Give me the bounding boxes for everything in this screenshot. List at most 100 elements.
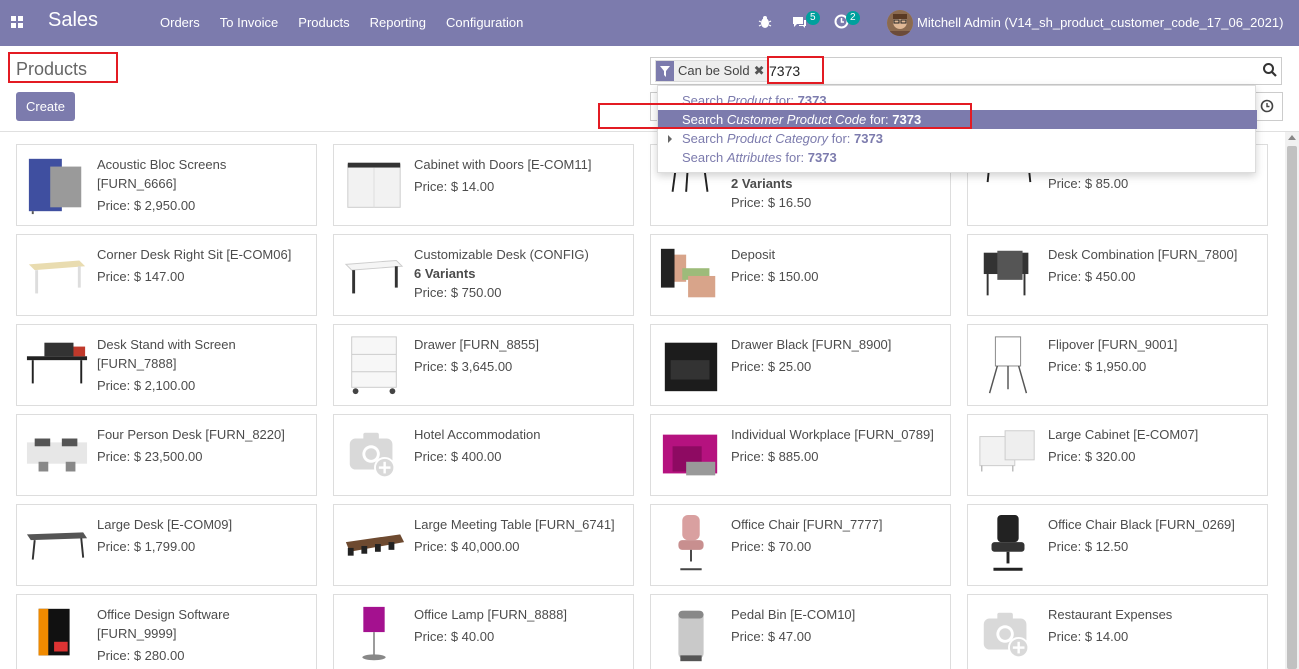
product-card[interactable]: Customizable Desk (CONFIG) 6 Variants Pric… [333,234,634,316]
product-info: Drawer Black [FURN_8900] Price: $ 25.00 [731,335,943,376]
scroll-thumb[interactable] [1287,146,1297,669]
product-name: Customizable Desk (CONFIG) [414,247,589,262]
option-value: 7373 [797,93,827,108]
product-image-chair-black [991,514,1025,571]
search-input[interactable] [769,61,929,81]
product-card[interactable]: Cabinet with Doors [E-COM11] Price: $ 14.… [333,144,634,226]
product-card[interactable]: Flipover [FURN_9001] Price: $ 1,950.00 [967,324,1268,406]
product-info: Four Person Desk [FURN_8220] Price: $ 23,… [97,425,309,466]
facet-label: Can be Sold [678,63,750,78]
search-icon[interactable] [1262,62,1278,78]
search-option-product[interactable]: Search Product for: 7373 [658,91,1257,110]
product-image-cabinet-white [347,162,401,208]
scrollbar[interactable] [1285,132,1299,669]
menu-products[interactable]: Products [288,0,359,46]
product-price: Price: $ 320.00 [1048,449,1136,464]
product-price: Price: $ 1,799.00 [97,539,196,554]
product-card[interactable]: Individual Workplace [FURN_0789] Price: $… [650,414,951,496]
product-card[interactable]: Drawer [FURN_8855] Price: $ 3,645.00 [333,324,634,406]
product-image-lamp-purple [362,606,386,661]
product-price: Price: $ 12.50 [1048,539,1129,554]
product-price: Price: $ 885.00 [731,449,819,464]
product-price: Price: $ 16.50 [731,195,812,210]
product-card[interactable]: Large Cabinet [E-COM07] Price: $ 320.00 [967,414,1268,496]
product-image-desk-white [344,259,404,294]
user-avatar[interactable] [887,10,913,36]
product-card[interactable]: Large Meeting Table [FURN_6741] Price: $ … [333,504,634,586]
option-prefix: Search [682,131,727,146]
product-card[interactable]: Desk Stand with Screen [FURN_7888] Price:… [16,324,317,406]
product-info: Desk Stand with Screen [FURN_7888] Price:… [97,335,309,395]
create-button[interactable]: Create [16,92,75,121]
product-info: Office Chair [FURN_7777] Price: $ 70.00 [731,515,943,556]
apps-menu-icon[interactable] [11,16,23,28]
product-card[interactable]: Office Chair Black [FURN_0269] Price: $ 1… [967,504,1268,586]
product-info: Office Design Software [FURN_9999] Price:… [97,605,309,665]
product-variants: 2 Variants [731,176,793,191]
debug-bug-icon[interactable] [758,15,772,29]
search-option-attributes[interactable]: Search Attributes for: 7373 [658,148,1257,167]
user-menu[interactable]: Mitchell Admin (V14_sh_product_customer_… [917,15,1283,30]
breadcrumb-title: Products [16,59,88,79]
product-name: Flipover [FURN_9001] [1048,337,1178,352]
product-price: Price: $ 70.00 [731,539,812,554]
product-card[interactable]: Restaurant Expenses Price: $ 14.00 [967,594,1268,669]
product-name: Office Design Software [FURN_9999] [97,607,230,641]
product-image-workplace-magenta [662,434,718,476]
product-name: Restaurant Expenses [1048,607,1173,622]
expand-caret-icon[interactable] [668,135,672,143]
product-price: Price: $ 450.00 [1048,269,1136,284]
product-price: Price: $ 14.00 [414,179,495,194]
scroll-up-arrow[interactable] [1288,135,1296,140]
menu-orders[interactable]: Orders [150,0,210,46]
product-info: Office Lamp [FURN_8888] Price: $ 40.00 [414,605,626,646]
product-card[interactable]: Four Person Desk [FURN_8220] Price: $ 23,… [16,414,317,496]
search-autocomplete-dropdown: Search Product for: 7373 Search Customer… [657,85,1257,173]
product-name: Hotel Accommodation [414,427,541,442]
activity-count-badge: 2 [846,11,860,25]
product-info: Individual Workplace [FURN_0789] Price: $… [731,425,943,466]
product-image-chair-pink [678,514,704,571]
product-price: Price: $ 40,000.00 [414,539,520,554]
product-name: Large Desk [E-COM09] [97,517,233,532]
product-name: Drawer Black [FURN_8900] [731,337,892,352]
product-card[interactable]: Office Design Software [FURN_9999] Price:… [16,594,317,669]
product-image-money-hands [660,248,716,298]
product-name: Deposit [731,247,776,262]
product-price: Price: $ 23,500.00 [97,449,203,464]
facet-remove-icon[interactable]: ✖ [754,61,769,81]
option-field: Product [726,93,772,108]
search-option-customer-product-code[interactable]: Search Customer Product Code for: 7373 [658,110,1257,129]
product-card[interactable]: Acoustic Bloc Screens [FURN_6666] Price: … [16,144,317,226]
product-card[interactable]: Office Lamp [FURN_8888] Price: $ 40.00 [333,594,634,669]
product-card[interactable]: Pedal Bin [E-COM10] Price: $ 47.00 [650,594,951,669]
product-price: Price: $ 2,100.00 [97,378,196,393]
product-image-desk-light [28,260,86,294]
messages-icon[interactable] [792,15,807,29]
product-info: Cabinet with Doors [E-COM11] Price: $ 14.… [414,155,626,196]
product-info: Desk Combination [FURN_7800] Price: $ 450… [1048,245,1260,286]
product-image-drawer-white [351,336,397,395]
search-option-product-category[interactable]: Search Product Category for: 7373 [658,129,1257,148]
product-price: Price: $ 147.00 [97,269,185,284]
product-card[interactable]: Office Chair [FURN_7777] Price: $ 70.00 [650,504,951,586]
menu-configuration[interactable]: Configuration [436,0,533,46]
menu-to-invoice[interactable]: To Invoice [210,0,289,46]
product-name: Four Person Desk [FURN_8220] [97,427,285,442]
product-card[interactable]: Drawer Black [FURN_8900] Price: $ 25.00 [650,324,951,406]
menu-reporting[interactable]: Reporting [360,0,436,46]
app-title[interactable]: Sales [48,9,98,32]
product-card[interactable]: Corner Desk Right Sit [E-COM06] Price: $ … [16,234,317,316]
clock-icon [1260,99,1274,113]
main-menu: Orders To Invoice Products Reporting Con… [150,0,533,46]
top-navbar: Sales Orders To Invoice Products Reporti… [0,0,1299,46]
option-suffix: for: [771,93,798,108]
product-card[interactable]: Hotel Accommodation Price: $ 400.00 [333,414,634,496]
product-name: Corner Desk Right Sit [E-COM06] [97,247,292,262]
product-card[interactable]: Desk Combination [FURN_7800] Price: $ 450… [967,234,1268,316]
product-card[interactable]: Deposit Price: $ 150.00 [650,234,951,316]
option-suffix: for: [827,131,854,146]
product-name: Individual Workplace [FURN_0789] [731,427,934,442]
product-price: Price: $ 85.00 [1048,176,1129,191]
product-card[interactable]: Large Desk [E-COM09] Price: $ 1,799.00 [16,504,317,586]
